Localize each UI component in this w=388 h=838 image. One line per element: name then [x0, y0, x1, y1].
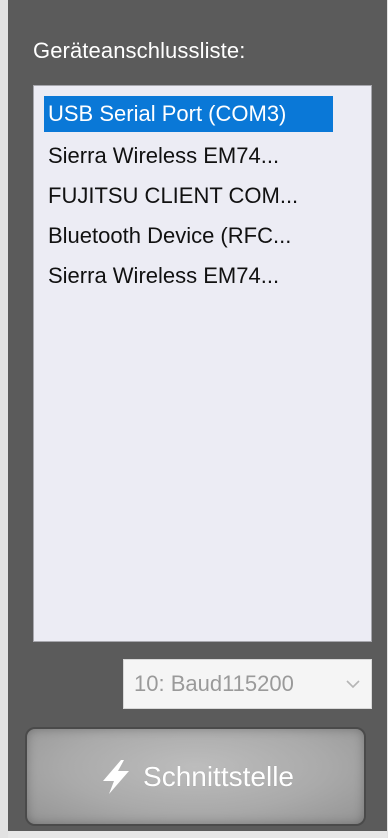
lightning-bolt-icon — [97, 757, 135, 797]
connect-button-label: Schnittstelle — [143, 760, 294, 792]
chevron-down-icon[interactable] — [339, 660, 367, 708]
connect-interface-button[interactable]: Schnittstelle — [25, 727, 366, 826]
baud-rate-select[interactable]: 10: Baud115200 — [123, 659, 372, 709]
device-list: USB Serial Port (COM3) Sierra Wireless E… — [44, 96, 363, 296]
device-listbox[interactable]: USB Serial Port (COM3) Sierra Wireless E… — [33, 85, 372, 642]
app-window: Geräteanschlussliste: USB Serial Port (C… — [0, 0, 388, 838]
device-list-label: Geräteanschlussliste: — [33, 38, 246, 63]
baud-rate-value: 10: Baud115200 — [134, 671, 294, 696]
device-list-item[interactable]: Bluetooth Device (RFC... — [44, 216, 333, 256]
device-list-item[interactable]: Sierra Wireless EM74... — [44, 256, 333, 296]
device-list-item[interactable]: FUJITSU CLIENT COM... — [44, 176, 333, 216]
panel-bottom-edge — [8, 831, 387, 838]
device-list-item-selected[interactable]: USB Serial Port (COM3) — [44, 96, 333, 132]
device-list-item[interactable]: Sierra Wireless EM74... — [44, 136, 333, 176]
